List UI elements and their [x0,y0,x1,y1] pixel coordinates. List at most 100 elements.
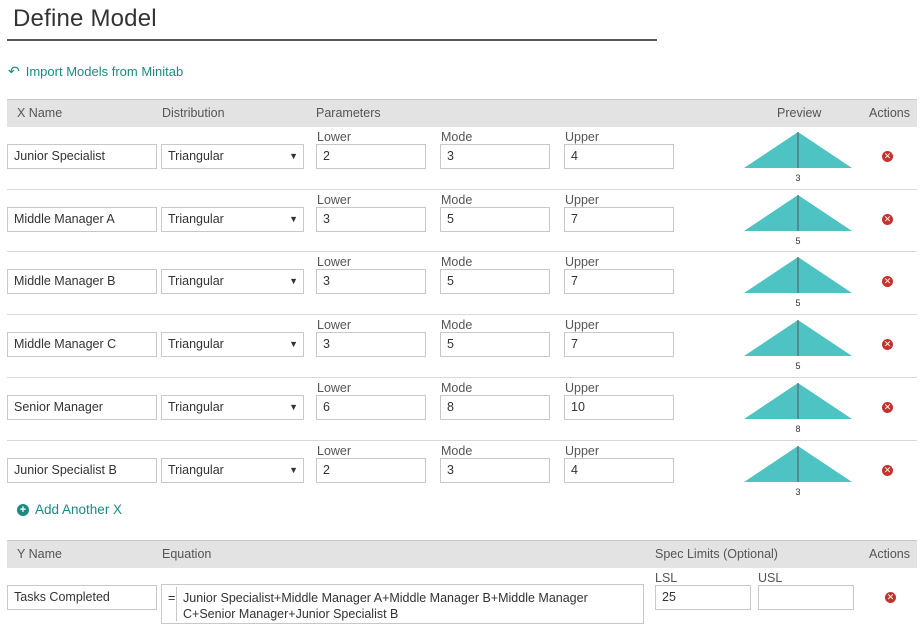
chevron-down-icon: ▼ [289,401,298,412]
mode-label: Mode [441,192,473,207]
upper-input[interactable]: 7 [564,269,674,295]
remove-x-icon[interactable]: ✕ [882,213,893,225]
distribution-select[interactable]: Triangular ▼ [161,144,304,169]
x-name-field[interactable]: Senior Manager [7,394,157,420]
undo-arrow-icon: ↶ [8,63,20,79]
x-name-field[interactable]: Junior Specialist [7,144,157,169]
x-name-field[interactable]: Middle Manager A [7,206,157,232]
mode-input[interactable]: 5 [440,269,550,295]
add-another-x-button[interactable]: + Add Another X [17,502,122,517]
upper-input[interactable]: 10 [564,394,674,420]
mode-input[interactable]: 5 [440,206,550,232]
chevron-down-icon: ▼ [289,464,298,475]
add-another-x-label: Add Another X [35,502,123,517]
upper-input[interactable]: 7 [564,332,674,358]
upper-label: Upper [565,130,600,144]
distribution-value: Triangular [168,337,224,352]
chevron-down-icon: ▼ [289,276,298,287]
x-name-field[interactable]: Junior Specialist B [7,457,157,483]
y-table-header: Y Name Equation Spec Limits (Optional) A… [7,540,917,568]
header-y-name: Y Name [17,547,62,561]
import-models-link[interactable]: ↶ Import Models from Minitab [8,63,183,80]
mode-label: Mode [441,130,473,144]
lower-label: Lower [317,255,352,270]
header-preview: Preview [777,106,822,120]
upper-input[interactable]: 7 [564,206,674,232]
distribution-select[interactable]: Triangular ▼ [161,206,304,232]
x-name-field[interactable]: Middle Manager B [7,269,157,295]
mode-input[interactable]: 3 [440,144,550,169]
remove-x-icon[interactable]: ✕ [882,464,893,476]
triangular-preview-chart [744,445,852,482]
x-name-field[interactable]: Middle Manager C [7,332,157,358]
remove-x-icon[interactable]: ✕ [882,401,893,413]
header-parameters: Parameters [316,106,381,120]
preview-mode-label: 5 [795,361,801,372]
distribution-value: Triangular [168,274,224,289]
upper-label: Upper [565,318,600,333]
lsl-label: LSL [655,571,678,585]
lsl-input[interactable]: 25 [655,585,751,610]
mode-input[interactable]: 3 [440,457,550,483]
upper-label: Upper [565,255,600,270]
equation-text: Junior Specialist+Middle Manager A+Middl… [183,591,588,621]
upper-input[interactable]: 4 [564,144,674,169]
lower-input[interactable]: 3 [316,332,426,358]
distribution-select[interactable]: Triangular ▼ [161,394,304,420]
header-distribution: Distribution [162,106,225,120]
distribution-select[interactable]: Triangular ▼ [161,269,304,295]
mode-label: Mode [441,318,473,333]
lower-input[interactable]: 2 [316,457,426,483]
import-models-label: Import Models from Minitab [25,64,184,79]
lower-label: Lower [317,443,352,458]
upper-input[interactable]: 4 [564,457,674,483]
triangular-preview-chart [744,320,852,357]
distribution-select[interactable]: Triangular ▼ [161,457,304,483]
header-actions: Actions [869,106,910,120]
remove-x-icon[interactable]: ✕ [882,151,893,162]
header-y-actions: Actions [869,547,910,561]
usl-input[interactable] [758,585,854,610]
preview-mode-label: 8 [795,423,801,434]
chevron-down-icon: ▼ [289,151,298,161]
chevron-down-icon: ▼ [289,339,298,350]
mode-label: Mode [441,443,473,458]
triangular-preview-chart [744,194,852,231]
x-table-header: X Name Distribution Parameters Preview A… [7,99,917,127]
lower-input[interactable]: 6 [316,394,426,420]
mode-label: Mode [441,380,473,395]
lower-input[interactable]: 3 [316,269,426,295]
equation-field[interactable]: = Junior Specialist+Middle Manager A+Mid… [161,584,644,624]
equals-sign: = [168,591,176,605]
mode-label: Mode [441,255,473,270]
title-divider [7,39,657,41]
distribution-value: Triangular [168,399,224,414]
equals-separator [176,587,177,621]
y-name-field[interactable]: Tasks Completed [7,585,157,610]
mode-input[interactable]: 5 [440,332,550,358]
distribution-select[interactable]: Triangular ▼ [161,332,304,358]
plus-circle-icon: + [17,503,29,516]
preview-mode-label: 5 [795,298,801,309]
lower-input[interactable]: 2 [316,144,426,169]
lower-input[interactable]: 3 [316,206,426,232]
lower-label: Lower [317,318,352,333]
chevron-down-icon: ▼ [289,213,298,224]
remove-y-icon[interactable]: ✕ [885,592,896,603]
distribution-value: Triangular [168,462,224,477]
upper-label: Upper [565,192,600,207]
triangular-preview-chart [744,382,852,419]
triangular-preview-chart [744,132,852,168]
upper-label: Upper [565,380,600,395]
remove-x-icon[interactable]: ✕ [882,276,893,288]
remove-x-icon[interactable]: ✕ [882,339,893,351]
preview-mode-label: 5 [795,235,801,246]
header-spec-limits: Spec Limits (Optional) [655,547,778,561]
upper-label: Upper [565,443,600,458]
header-x-name: X Name [17,106,63,120]
preview-mode-label: 3 [795,486,801,497]
usl-label: USL [758,571,783,585]
page-title: Define Model [13,5,157,32]
lower-label: Lower [317,380,352,395]
mode-input[interactable]: 8 [440,394,550,420]
